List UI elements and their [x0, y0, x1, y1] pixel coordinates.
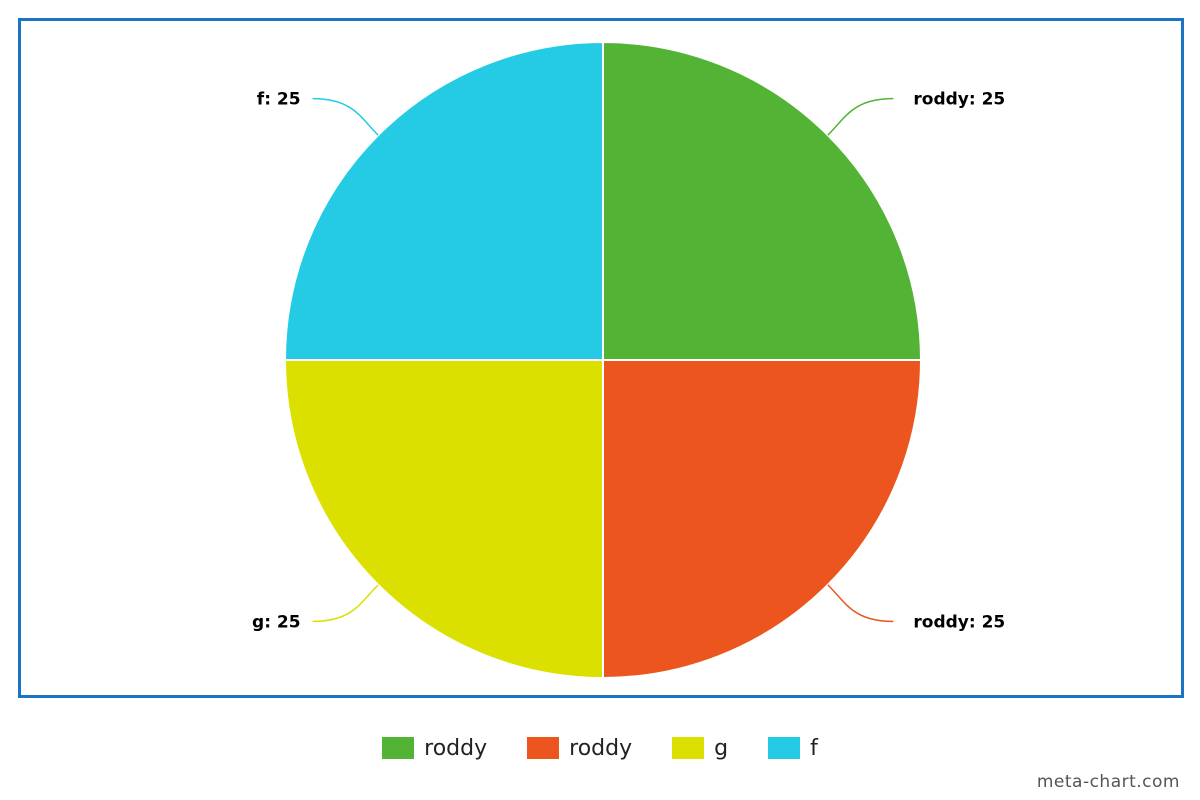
slice-data-label-1: roddy: 25	[913, 612, 1005, 632]
slice-data-label-0: roddy: 25	[913, 90, 1005, 110]
pie-slice-1[interactable]	[602, 359, 923, 680]
watermark: meta-chart.com	[1036, 772, 1180, 792]
legend-item-3[interactable]: f	[768, 736, 818, 761]
legend-item-2[interactable]: g	[672, 736, 728, 761]
legend-swatch-1	[527, 737, 560, 759]
leader-line-2	[312, 584, 379, 623]
pie-slice-3[interactable]	[283, 40, 604, 361]
pie-slice-0[interactable]	[602, 40, 923, 361]
chart-frame: roddy: 25 roddy: 25 g: 25 f: 25	[18, 18, 1184, 698]
legend-label-1: roddy	[569, 735, 633, 761]
legend-swatch-2	[672, 737, 705, 759]
legend: roddy roddy g f	[0, 730, 1200, 766]
legend-swatch-3	[768, 737, 801, 759]
leader-line-1	[827, 584, 894, 623]
legend-label-2: g	[714, 735, 729, 761]
slice-data-label-3: f: 25	[257, 90, 301, 110]
leader-line-0	[827, 97, 894, 136]
legend-item-0[interactable]: roddy	[382, 736, 487, 761]
legend-label-3: f	[810, 735, 818, 761]
pie-chart: roddy: 25 roddy: 25 g: 25 f: 25	[252, 40, 1005, 680]
legend-swatch-0	[382, 737, 415, 759]
legend-item-1[interactable]: roddy	[527, 736, 632, 761]
slice-data-label-2: g: 25	[252, 612, 301, 632]
leader-line-3	[312, 97, 379, 136]
pie-slice-2[interactable]	[283, 359, 604, 680]
legend-label-0: roddy	[424, 735, 488, 761]
